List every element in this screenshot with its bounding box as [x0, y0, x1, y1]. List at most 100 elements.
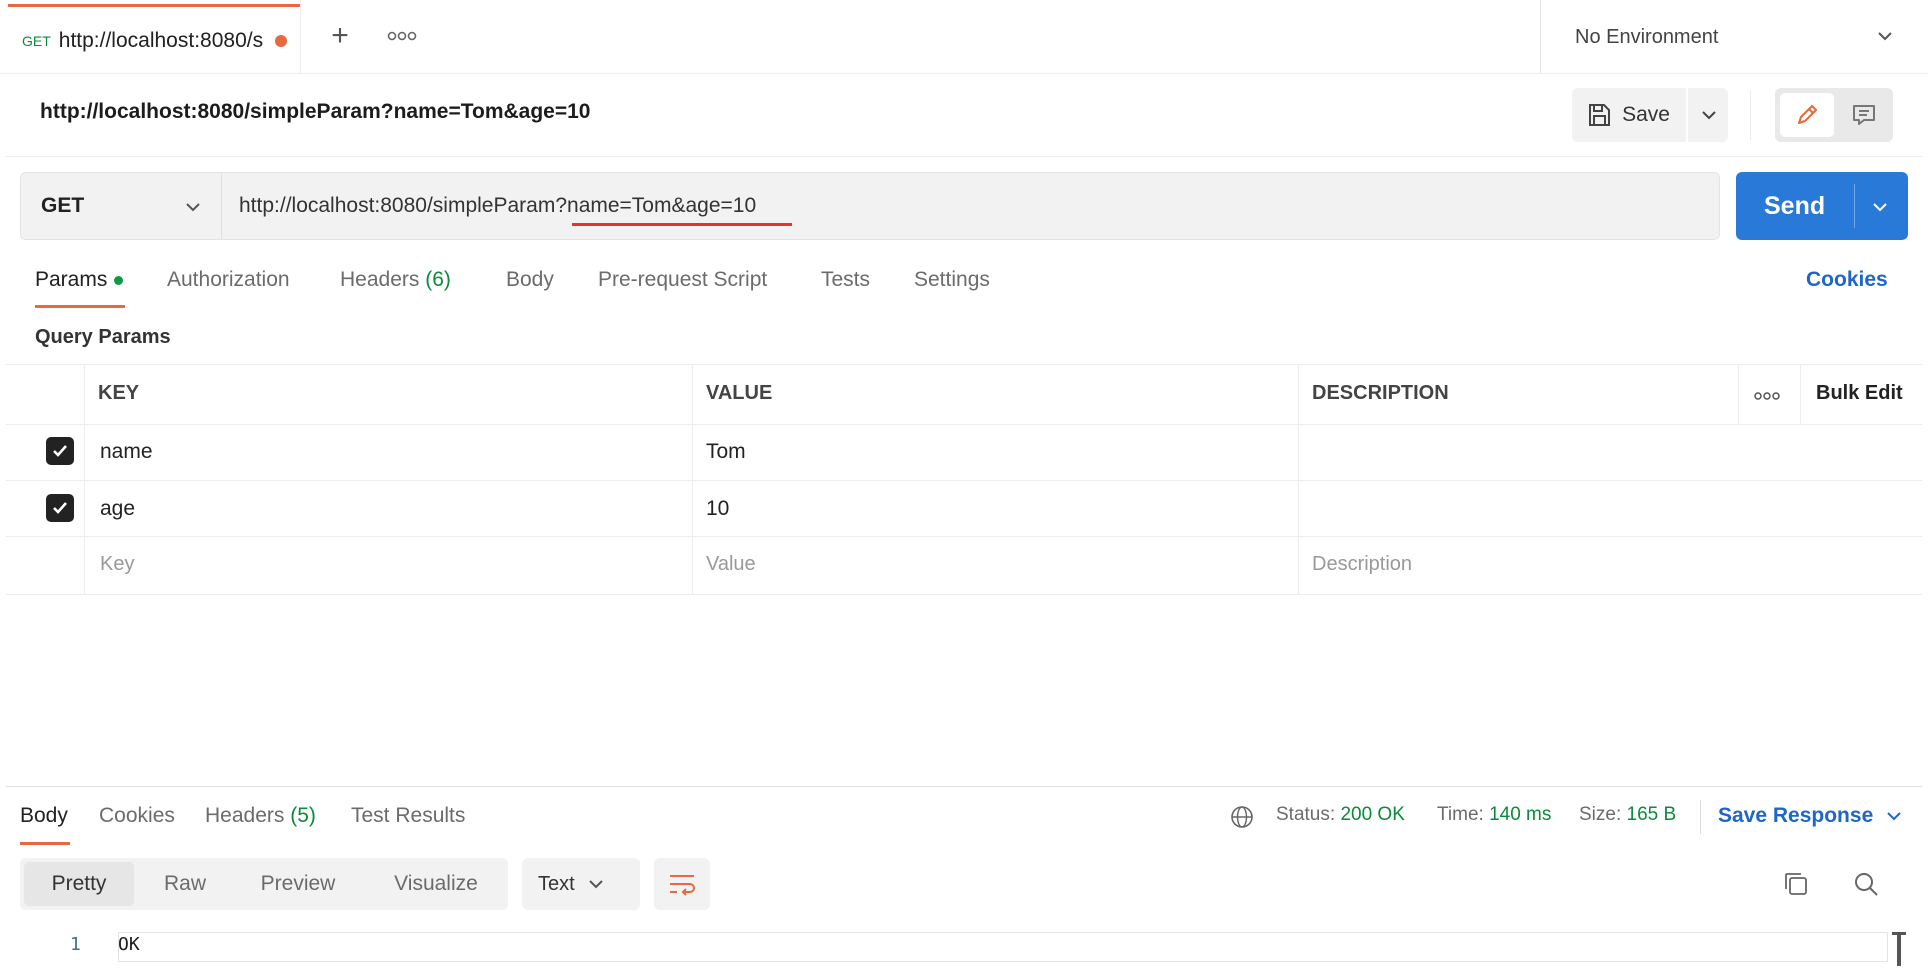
save-response-button[interactable]: Save Response [1718, 804, 1903, 828]
tab-authorization[interactable]: Authorization [167, 268, 290, 292]
format-pretty[interactable]: Pretty [24, 862, 134, 906]
more-icon [1754, 392, 1780, 400]
format-visualize[interactable]: Visualize [366, 858, 506, 910]
response-editor-line[interactable] [118, 932, 1888, 962]
chevron-down-icon [1878, 32, 1892, 41]
save-icon [1589, 104, 1611, 126]
cookies-link[interactable]: Cookies [1806, 268, 1888, 292]
param-value-cell[interactable]: 10 [706, 497, 729, 521]
tab-params-label: Params [35, 268, 108, 291]
format-preview[interactable]: Preview [238, 858, 358, 910]
pencil-icon [1798, 105, 1817, 124]
param-value-cell[interactable]: Tom [706, 440, 746, 464]
new-key-input[interactable]: Key [100, 553, 134, 576]
environment-selector[interactable]: No Environment [1540, 0, 1928, 74]
response-size[interactable]: Size: 165 B [1579, 804, 1676, 826]
method-value: GET [41, 194, 85, 217]
more-icon [387, 31, 417, 41]
column-description-header: DESCRIPTION [1312, 382, 1449, 404]
send-button[interactable]: Send [1736, 172, 1908, 240]
status-label: Status: [1276, 804, 1336, 825]
response-tab-headers-label: Headers [205, 804, 285, 827]
comments-mode-button[interactable] [1839, 93, 1889, 137]
response-active-tab-indicator [20, 842, 70, 845]
column-value-header: VALUE [706, 382, 773, 404]
url-input[interactable]: http://localhost:8080/simpleParam?name=T… [239, 173, 756, 239]
comment-icon [1853, 105, 1875, 125]
time-label: Time: [1437, 804, 1484, 825]
response-tab-cookies[interactable]: Cookies [99, 804, 175, 828]
more-tabs-button[interactable] [385, 24, 419, 48]
query-params-title: Query Params [35, 326, 171, 348]
new-description-input[interactable]: Description [1312, 553, 1412, 576]
param-key-cell[interactable]: name [100, 440, 153, 464]
param-key-cell[interactable]: age [100, 497, 135, 521]
method-select[interactable]: GET [21, 173, 221, 239]
edit-mode-button[interactable] [1780, 93, 1834, 137]
save-response-label: Save Response [1718, 804, 1874, 827]
line-number: 1 [70, 934, 81, 955]
bulk-edit-button[interactable]: Bulk Edit [1816, 382, 1903, 405]
response-tab-headers-count: (5) [290, 804, 316, 827]
active-dot-icon [114, 275, 124, 285]
plus-icon: + [331, 19, 349, 52]
param-enabled-checkbox[interactable] [46, 494, 74, 522]
status-value: 200 OK [1340, 804, 1405, 825]
save-options-button[interactable] [1686, 88, 1730, 142]
column-options-button[interactable] [1752, 386, 1782, 412]
tab-pre-request-script[interactable]: Pre-request Script [598, 268, 767, 292]
save-button[interactable]: Save [1572, 88, 1684, 142]
pane-resize-divider[interactable] [6, 786, 1922, 787]
new-value-input[interactable]: Value [706, 553, 756, 576]
chevron-down-icon [1702, 111, 1716, 120]
search-button[interactable] [1852, 870, 1880, 904]
network-info-button[interactable] [1230, 805, 1254, 835]
url-query-highlight [572, 223, 792, 226]
language-select[interactable]: Text [522, 858, 640, 910]
column-key-header: KEY [98, 382, 140, 404]
response-body-text[interactable]: OK [118, 934, 140, 955]
view-mode-toggle [1775, 88, 1893, 142]
chevron-down-icon [186, 203, 200, 212]
request-tab-active[interactable]: GET http://localhost:8080/s [8, 4, 300, 74]
globe-icon [1231, 806, 1253, 828]
chevron-down-icon[interactable] [1870, 197, 1890, 217]
tab-headers-count: (6) [425, 268, 451, 291]
format-raw[interactable]: Raw [140, 858, 230, 910]
wrap-lines-icon [670, 875, 695, 896]
tab-settings[interactable]: Settings [914, 268, 990, 292]
text-cursor-icon [1892, 932, 1906, 966]
tab-body[interactable]: Body [506, 268, 554, 292]
copy-icon [1785, 873, 1807, 895]
request-title[interactable]: http://localhost:8080/simpleParam?name=T… [40, 100, 590, 124]
tab-title: http://localhost:8080/s [58, 28, 264, 52]
url-bar: GET http://localhost:8080/simpleParam?na… [20, 172, 1720, 240]
send-label: Send [1764, 192, 1826, 220]
response-status[interactable]: Status: 200 OK [1276, 804, 1405, 826]
active-tab-indicator [35, 305, 125, 308]
checkbox-icon [53, 445, 67, 457]
chevron-down-icon [588, 880, 603, 889]
unsaved-dot-icon [275, 34, 288, 47]
environment-label: No Environment [1575, 25, 1719, 48]
chevron-down-icon [1887, 812, 1901, 821]
response-tab-body[interactable]: Body [20, 804, 68, 828]
tab-headers[interactable]: Headers (6) [340, 268, 451, 292]
search-icon [1855, 873, 1878, 896]
tab-method-badge: GET [22, 32, 51, 49]
wrap-lines-button[interactable] [654, 858, 710, 910]
tab-tests[interactable]: Tests [821, 268, 870, 292]
format-toggle: Pretty Raw Preview Visualize [20, 858, 508, 910]
response-tab-headers[interactable]: Headers (5) [205, 804, 316, 828]
size-value: 165 B [1626, 804, 1677, 825]
save-label: Save [1622, 103, 1670, 126]
param-enabled-checkbox[interactable] [46, 437, 74, 465]
size-label: Size: [1579, 804, 1622, 825]
checkbox-icon [53, 502, 67, 514]
response-time[interactable]: Time: 140 ms [1437, 804, 1551, 826]
tab-params[interactable]: Params [35, 268, 124, 292]
response-tab-test-results[interactable]: Test Results [351, 804, 465, 828]
copy-button[interactable] [1782, 870, 1810, 904]
new-tab-button[interactable]: + [322, 18, 358, 54]
time-value: 140 ms [1489, 804, 1552, 825]
